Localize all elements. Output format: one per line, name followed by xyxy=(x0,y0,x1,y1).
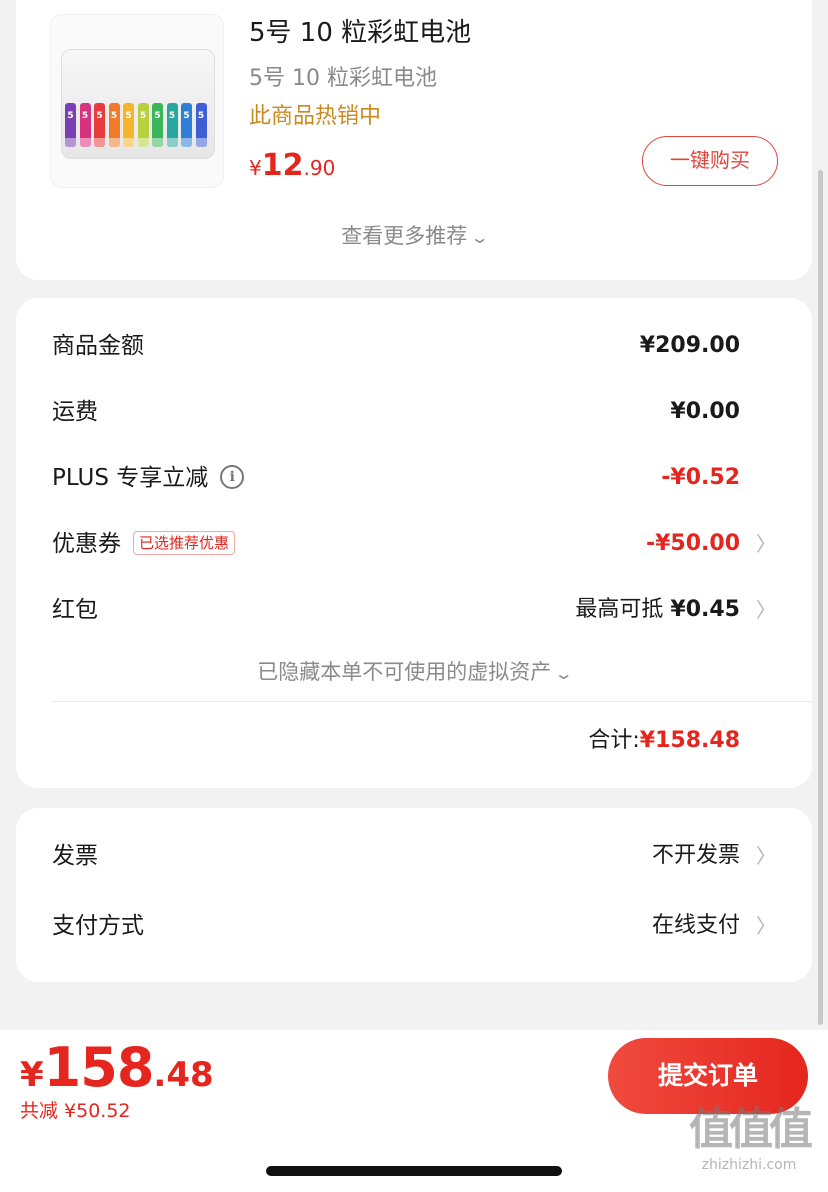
shipping-row: 运费 ¥0.00 xyxy=(52,392,776,432)
more-recommend-toggle[interactable]: 查看更多推荐 ⌄ xyxy=(16,220,812,250)
total-amount: 合计:¥158.48 xyxy=(588,722,740,754)
recommended-coupon-badge: 已选推荐优惠 xyxy=(133,530,236,555)
watermark-logo: 值值值 zhizhizhi.com xyxy=(676,1104,822,1174)
plus-discount-label: PLUS 专享立减 xyxy=(52,465,209,491)
goods-amount-label: 商品金额 xyxy=(52,333,144,359)
battery-image: 5 xyxy=(79,103,91,147)
home-indicator[interactable] xyxy=(266,1166,562,1176)
chevron-right-icon: 〉 xyxy=(756,598,776,622)
scrollbar[interactable] xyxy=(818,170,823,1025)
amount-summary-card: 商品金额 ¥209.00 运费 ¥0.00 PLUS 专享立减 i -¥0.52 … xyxy=(16,298,812,788)
plus-discount-value: -¥0.52 xyxy=(661,465,740,490)
battery-image: 5 xyxy=(108,103,120,147)
divider xyxy=(52,701,812,702)
battery-image: 5 xyxy=(65,103,76,147)
red-packet-row[interactable]: 红包 最高可抵 ¥0.45 〉 xyxy=(52,590,776,630)
plus-discount-row: PLUS 专享立减 i -¥0.52 xyxy=(52,458,776,498)
hidden-assets-label: 已隐藏本单不可使用的虚拟资产 xyxy=(257,660,552,684)
product-card: 5555555555 5号 10 粒彩虹电池 5号 10 粒彩虹电池 此商品热销… xyxy=(16,0,812,280)
chevron-right-icon: 〉 xyxy=(756,532,776,556)
battery-image: 5 xyxy=(137,103,149,147)
payable-amount: ¥158.48 xyxy=(20,1036,214,1099)
hidden-assets-toggle[interactable]: 已隐藏本单不可使用的虚拟资产 ⌄ xyxy=(16,656,812,686)
one-click-buy-button[interactable]: 一键购买 xyxy=(642,136,778,186)
watermark-mark: 值值值 xyxy=(689,1104,813,1155)
product-title[interactable]: 5号 10 粒彩虹电池 xyxy=(249,12,471,49)
submit-order-button[interactable]: 提交订单 xyxy=(608,1038,808,1114)
battery-image: 5 xyxy=(152,103,163,147)
red-packet-prefix: 最高可抵 xyxy=(575,597,671,622)
product-price: ¥12.90 xyxy=(249,148,335,183)
invoice-row[interactable]: 发票 不开发票 〉 xyxy=(52,836,776,876)
product-subtitle: 5号 10 粒彩虹电池 xyxy=(249,66,437,91)
payable-currency: ¥ xyxy=(20,1055,44,1095)
price-integer: 12 xyxy=(261,148,304,183)
red-packet-label: 红包 xyxy=(52,597,98,623)
coupon-label: 优惠券 xyxy=(52,531,121,557)
invoice-label: 发票 xyxy=(52,843,98,869)
more-recommend-label: 查看更多推荐 xyxy=(341,224,468,248)
battery-image: 5 xyxy=(123,103,134,147)
goods-amount-row: 商品金额 ¥209.00 xyxy=(52,326,776,366)
chevron-right-icon: 〉 xyxy=(756,914,776,938)
total-saved: 共减 ¥50.52 xyxy=(20,1100,131,1122)
payable-decimal: .48 xyxy=(153,1055,214,1095)
product-thumbnail[interactable]: 5555555555 xyxy=(50,14,224,188)
goods-amount-value: ¥209.00 xyxy=(639,333,740,358)
coupon-row[interactable]: 优惠券 已选推荐优惠 -¥50.00 〉 xyxy=(52,524,776,564)
shipping-label: 运费 xyxy=(52,399,98,425)
payment-method-row[interactable]: 支付方式 在线支付 〉 xyxy=(52,906,776,946)
price-currency: ¥ xyxy=(249,156,262,180)
price-decimal: .90 xyxy=(303,156,336,180)
chevron-down-icon: ⌄ xyxy=(469,228,491,247)
battery-image: 5 xyxy=(166,103,178,147)
hot-sale-label: 此商品热销中 xyxy=(249,104,382,129)
chevron-right-icon: 〉 xyxy=(756,844,776,868)
battery-image: 5 xyxy=(195,103,207,147)
battery-image: 5 xyxy=(94,103,105,147)
payable-integer: 158 xyxy=(43,1036,155,1099)
invoice-payment-card: 发票 不开发票 〉 支付方式 在线支付 〉 xyxy=(16,808,812,982)
coupon-value: -¥50.00 xyxy=(645,531,740,556)
watermark-url: zhizhizhi.com xyxy=(701,1157,797,1173)
battery-image: 5 xyxy=(181,103,192,147)
red-packet-value: ¥0.45 xyxy=(670,597,740,622)
info-icon[interactable]: i xyxy=(220,464,245,489)
payment-method-value: 在线支付 xyxy=(651,913,740,938)
payment-method-label: 支付方式 xyxy=(52,913,144,939)
total-label: 合计: xyxy=(588,728,640,753)
invoice-value: 不开发票 xyxy=(651,843,740,868)
shipping-value: ¥0.00 xyxy=(670,399,740,424)
total-value: ¥158.48 xyxy=(639,728,740,753)
chevron-down-icon: ⌄ xyxy=(553,664,575,683)
